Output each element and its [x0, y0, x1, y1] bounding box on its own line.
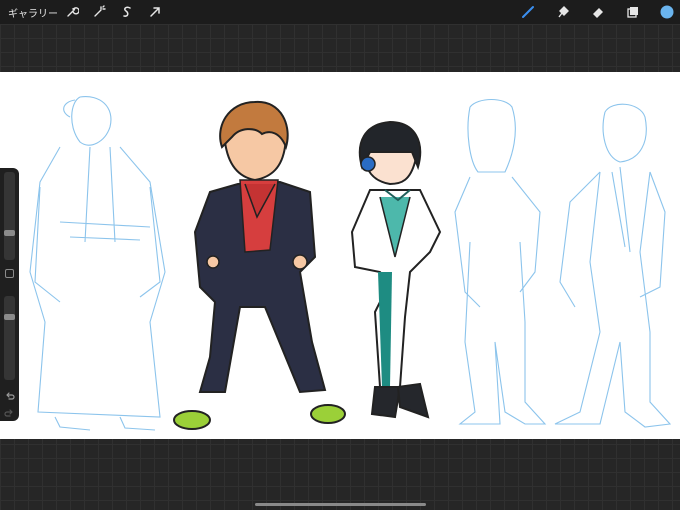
- gallery-button[interactable]: ギャラリー: [8, 5, 58, 20]
- character-girl-teal-outfit: [350, 120, 442, 419]
- smudge-icon[interactable]: [555, 4, 571, 20]
- brush-size-slider[interactable]: [4, 172, 15, 260]
- drawing-canvas[interactable]: [0, 72, 680, 439]
- brush-icon[interactable]: [520, 4, 536, 20]
- left-sidebar: [0, 168, 19, 421]
- color-swatch[interactable]: [659, 4, 675, 20]
- top-toolbar: ギャラリー: [0, 0, 680, 24]
- character-boy-navy-suit: [173, 100, 346, 430]
- magic-wand-icon[interactable]: [91, 4, 107, 20]
- brush-size-knob[interactable]: [4, 230, 15, 236]
- selection-s-icon[interactable]: [119, 4, 135, 20]
- sketch-robed-figure: [29, 96, 166, 431]
- sketch-suited-figure: [554, 103, 672, 428]
- wrench-icon[interactable]: [64, 4, 80, 20]
- home-indicator: [255, 503, 426, 506]
- redo-icon[interactable]: [4, 404, 15, 417]
- sketch-long-hair-figure: [454, 98, 547, 425]
- modify-square-icon[interactable]: [5, 269, 14, 278]
- opacity-knob[interactable]: [4, 314, 15, 320]
- transform-arrow-icon[interactable]: [147, 4, 163, 20]
- undo-icon[interactable]: [4, 387, 15, 400]
- opacity-slider[interactable]: [4, 296, 15, 380]
- layers-icon[interactable]: [625, 4, 641, 20]
- eraser-icon[interactable]: [590, 4, 606, 20]
